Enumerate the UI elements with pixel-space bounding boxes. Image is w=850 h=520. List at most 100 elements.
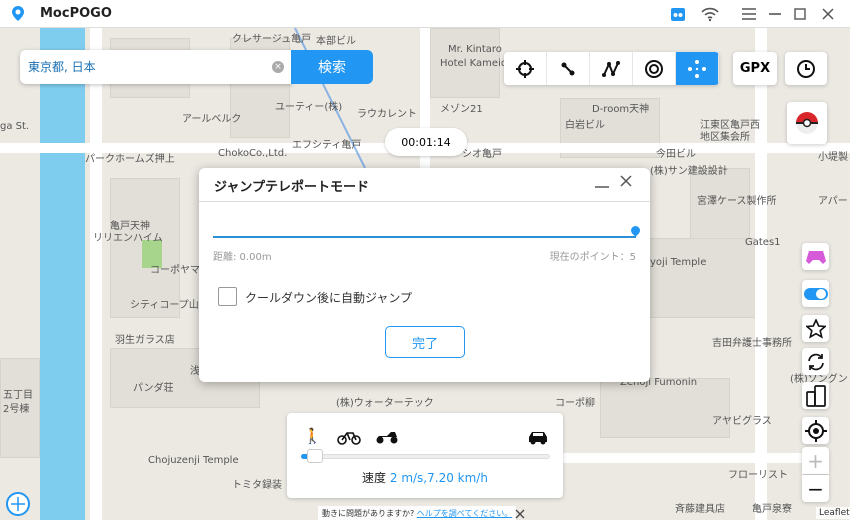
speed-slider[interactable] <box>301 454 550 459</box>
locate-me-button[interactable] <box>802 417 829 444</box>
map-label: 本部ビル <box>316 36 356 47</box>
mode-toolbar <box>504 52 719 85</box>
leaflet-attribution[interactable]: Leaflet <box>816 507 850 519</box>
map-label: ga St. <box>0 121 30 132</box>
clock-icon <box>797 59 815 78</box>
map-label: パンダ荘 <box>133 383 174 394</box>
route-progress-track <box>213 236 636 238</box>
speed-slider-thumb[interactable] <box>307 449 323 463</box>
jump-teleport-mode-button[interactable] <box>676 52 719 85</box>
teleport-mode-button[interactable] <box>504 52 547 85</box>
wifi-icon[interactable] <box>700 4 720 24</box>
map-label: ChokoCo.,Ltd. <box>218 148 288 159</box>
gpx-button[interactable]: GPX <box>733 52 777 85</box>
search-input[interactable] <box>28 59 268 73</box>
map-label: コーポヤマ <box>150 265 200 276</box>
dialog-title: ジャンプテレポートモード <box>214 180 369 195</box>
minimize-icon[interactable] <box>595 180 609 192</box>
close-help-icon[interactable] <box>515 509 525 519</box>
two-point-route-icon <box>561 62 575 75</box>
walk-icon[interactable]: 🚶 <box>303 427 322 445</box>
map-label: Chojuzenji Temple <box>148 455 239 466</box>
map-label: ユーティー(株) <box>275 102 343 113</box>
refresh-button[interactable] <box>802 348 829 375</box>
map-label: 宮澤ケース製作所 <box>697 196 777 207</box>
map-label: 吉田弁護士事務所 <box>712 338 792 349</box>
clear-icon[interactable]: × <box>272 61 284 73</box>
pokeball-button[interactable] <box>787 102 827 144</box>
map-label: コーポ柳 <box>555 398 595 409</box>
done-button[interactable]: 完了 <box>385 326 465 358</box>
favorites-button[interactable] <box>802 315 829 342</box>
history-button[interactable] <box>785 52 827 85</box>
map-label: D-room天神 <box>592 104 650 115</box>
bicycle-icon[interactable] <box>337 429 361 445</box>
timer: 00:01:14 <box>385 128 467 156</box>
map-label: パークホームズ押上 <box>85 154 175 165</box>
help-text: 動きに問題がありますか? <box>322 509 415 518</box>
search-box: × <box>20 50 292 84</box>
map-label: リリエンハイム <box>93 233 163 244</box>
map-label: 斉藤建具店 <box>675 504 725 515</box>
pokeball-icon <box>796 112 818 134</box>
map-label: yoji Temple <box>650 257 707 268</box>
zoom-in-button[interactable]: + <box>802 447 829 474</box>
robot-icon[interactable] <box>668 4 688 24</box>
close-icon[interactable] <box>818 4 838 24</box>
help-link[interactable]: ヘルプを調べてください。 <box>417 509 512 518</box>
map-label: アヤビグラス <box>712 416 772 427</box>
car-icon[interactable] <box>527 429 549 445</box>
crosshair-icon <box>516 59 534 78</box>
motorcycle-icon[interactable] <box>375 429 399 445</box>
star-icon <box>805 318 826 339</box>
maximize-icon[interactable] <box>790 4 810 24</box>
map-label: 亀戸泉寮 <box>752 504 792 515</box>
joystick-mode-button[interactable] <box>633 52 676 85</box>
map-label: 2号棟 <box>3 404 30 415</box>
map-label: エフシティ亀戸 <box>292 140 362 151</box>
two-spot-mode-button[interactable] <box>547 52 590 85</box>
controller-button[interactable] <box>802 243 829 270</box>
auto-jump-label: クールダウン後に自動ジャンプ <box>245 291 413 305</box>
map-label: Hotel Kameido <box>440 58 514 69</box>
map-label: (株)ウォーターテック <box>336 398 434 409</box>
map-label: フローリスト <box>728 470 788 481</box>
menu-icon[interactable] <box>739 4 759 24</box>
locate-icon <box>804 419 827 442</box>
zoom-out-button[interactable]: − <box>802 475 829 502</box>
map-label: メゾン21 <box>440 104 483 115</box>
map-label: シオ亀戸 <box>462 149 502 160</box>
multi-point-route-icon <box>602 60 620 77</box>
speed-value: 2 m/s,7.20 km/h <box>389 471 488 485</box>
app-logo-icon <box>12 6 24 21</box>
help-bar: 動きに問題がありますか? ヘルプを調べてください。 <box>318 506 517 520</box>
joystick-circle-icon <box>645 59 663 78</box>
speed-label: 速度 <box>362 471 387 485</box>
devices-button[interactable] <box>802 382 829 409</box>
minimize-icon[interactable] <box>765 4 785 24</box>
jump-teleport-dialog: ジャンプテレポートモード 距離: 0.00m 現在のポイント：5 クールダウン後… <box>199 168 650 382</box>
phones-icon <box>805 384 826 407</box>
refresh-icon <box>807 353 824 370</box>
app-title: MocPOGO <box>40 6 112 21</box>
distance-label: 距離: 0.00m <box>213 252 272 263</box>
map-label: Gates1 <box>745 237 781 248</box>
map-label: 五丁目 <box>3 390 33 401</box>
map-label: 地区集会所 <box>700 132 750 143</box>
map-label: ラウカレント <box>357 109 417 120</box>
map-label: トミタ録装 <box>232 480 282 491</box>
auto-jump-checkbox[interactable] <box>218 287 237 306</box>
location-pin-icon <box>629 224 642 237</box>
multi-spot-mode-button[interactable] <box>590 52 633 85</box>
compass-icon[interactable] <box>5 491 31 517</box>
current-point-label: 現在のポイント：5 <box>549 252 636 263</box>
jump-teleport-icon <box>688 59 706 78</box>
map-label: 羽生ガラス店 <box>115 335 175 346</box>
map-label: クレサージュ亀戸 <box>232 34 312 45</box>
toggle-icon <box>803 287 828 300</box>
gamepad-icon <box>805 250 826 264</box>
close-icon[interactable] <box>620 175 632 187</box>
map-label: 白岩ビル <box>565 120 605 131</box>
toggle-switch[interactable] <box>802 280 829 307</box>
search-button[interactable]: 検索 <box>291 50 373 84</box>
